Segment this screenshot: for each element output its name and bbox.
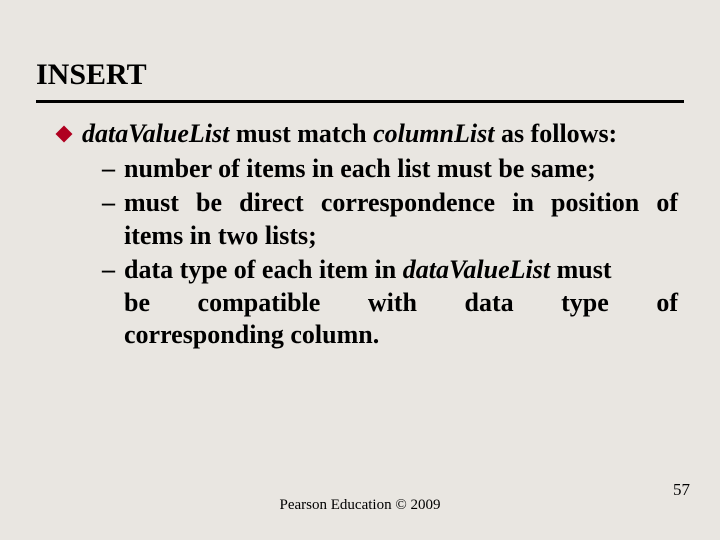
list-item: – data type of each item in dataValueLis… (102, 254, 678, 352)
slide-body: dataValueList must match columnList as f… (58, 118, 678, 354)
dash-icon: – (102, 254, 124, 287)
item-text-1: number of items in each list must be sam… (124, 153, 678, 186)
lead-italic-2: columnList (373, 119, 494, 148)
sub-list: – number of items in each list must be s… (102, 153, 678, 352)
lead-italic-1: dataValueList (82, 119, 229, 148)
diamond-icon (56, 126, 73, 143)
item-text-3: data type of each item in dataValueList … (124, 254, 678, 352)
lead-bold-2: as follows: (494, 119, 617, 148)
item3-line2: be compatible with data type of (124, 287, 678, 320)
item3-line3: corresponding column. (124, 319, 678, 352)
lead-text: dataValueList must match columnList as f… (82, 118, 678, 151)
page-number: 57 (673, 480, 690, 500)
dash-icon: – (102, 153, 124, 186)
lead-bullet: dataValueList must match columnList as f… (58, 118, 678, 151)
lead-bold-1: must match (229, 119, 373, 148)
list-item: – must be direct correspondence in posit… (102, 187, 678, 252)
footer-copyright: Pearson Education © 2009 (0, 497, 720, 514)
item3-post1: must (550, 255, 611, 284)
item3-italic: dataValueList (403, 255, 550, 284)
list-item: – number of items in each list must be s… (102, 153, 678, 186)
title-rule (36, 100, 684, 103)
item-text-2: must be direct correspondence in positio… (124, 187, 678, 252)
slide-title: INSERT (36, 58, 147, 92)
slide: INSERT dataValueList must match columnLi… (0, 0, 720, 540)
item3-pre: data type of each item in (124, 255, 403, 284)
dash-icon: – (102, 187, 124, 220)
